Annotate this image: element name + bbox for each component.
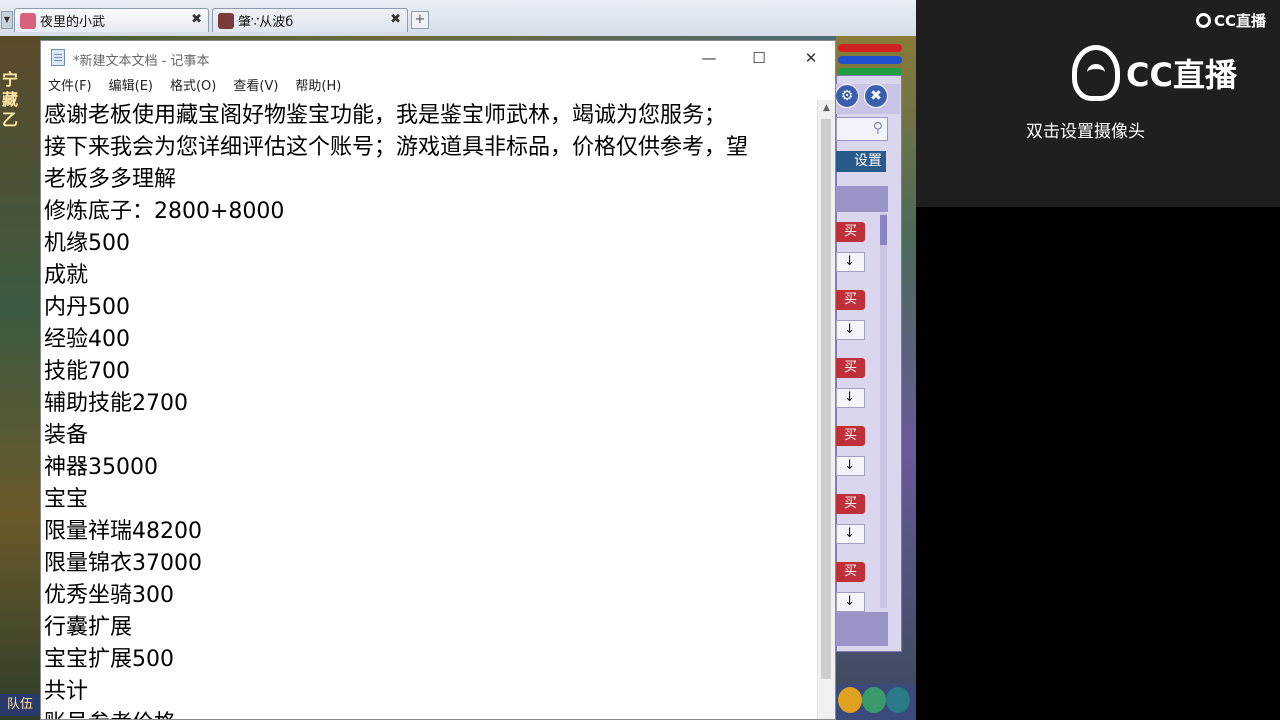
text-line: 宝宝 <box>44 487 89 512</box>
notepad-scrollbar[interactable]: ▲ <box>817 100 835 719</box>
mp-bar <box>838 56 902 64</box>
scroll-thumb[interactable] <box>821 119 831 679</box>
text-line: 辅助技能2700 <box>44 391 188 416</box>
cc-watermark: CC直播 <box>1196 10 1266 31</box>
menu-file[interactable]: 文件(F) <box>48 76 92 100</box>
cc-watermark-text: CC直播 <box>1214 12 1267 30</box>
text-line: 修炼底子：2800+8000 <box>44 199 285 224</box>
panel-footer <box>836 612 888 646</box>
game-left-label: 藏 <box>2 90 19 109</box>
down-arrow-button[interactable]: ↓ <box>836 592 865 612</box>
avatar-icon <box>20 12 36 29</box>
gear-icon[interactable]: ⚙ <box>835 84 859 108</box>
text-line: 限量锦衣37000 <box>44 551 202 576</box>
notepad-titlebar[interactable]: *新建文本文档 - 记事本 — ☐ ✕ <box>41 41 835 76</box>
down-arrow-button[interactable]: ↓ <box>836 252 865 272</box>
down-arrow-button[interactable]: ↓ <box>836 320 865 340</box>
game-left-strip <box>0 36 40 720</box>
scroll-up-icon[interactable]: ▲ <box>818 100 835 117</box>
text-line: 内丹500 <box>44 295 130 320</box>
text-line: 账号参考价格 <box>44 708 176 719</box>
tab-close-icon[interactable]: ✖ <box>390 12 401 27</box>
text-line: 宝宝扩展500 <box>44 647 174 672</box>
panel-settings-button[interactable]: 设置 <box>836 151 886 172</box>
maximize-button[interactable]: ☐ <box>739 45 779 71</box>
cc-logo-icon <box>1196 13 1211 28</box>
buy-button[interactable]: 买 <box>836 426 865 446</box>
text-line: 共计 <box>44 679 89 704</box>
new-tab-button[interactable]: + <box>411 11 429 29</box>
text-line: 技能700 <box>44 359 130 384</box>
tab-yelidexiaowu[interactable]: 夜里的小武 ✖ <box>14 8 209 32</box>
camera-hint: 双击设置摄像头 <box>1026 122 1145 142</box>
tab-close-icon[interactable]: ✖ <box>191 12 202 27</box>
panel-scroll-thumb[interactable] <box>880 215 887 245</box>
notepad-window: *新建文本文档 - 记事本 — ☐ ✕ 文件(F) 编辑(E) 格式(O) 查看… <box>40 40 836 720</box>
minimize-button[interactable]: — <box>689 45 729 71</box>
panel-scrollbar[interactable] <box>880 213 887 608</box>
menu-edit[interactable]: 编辑(E) <box>109 76 153 100</box>
text-line: 装备 <box>44 423 89 448</box>
buy-button[interactable]: 买 <box>836 562 865 582</box>
text-line: 接下来我会为您详细评估这个账号；游戏道具非标品，价格仅供参考，望 <box>44 135 749 160</box>
close-icon[interactable]: ✖ <box>864 84 888 108</box>
text-line: 感谢老板使用藏宝阁好物鉴宝功能，我是鉴宝师武林，竭诚为您服务； <box>44 103 727 128</box>
text-line: 行囊扩展 <box>44 615 133 640</box>
cc-logo-text: CC直播 <box>1126 56 1237 94</box>
notepad-text-area[interactable]: 感谢老板使用藏宝阁好物鉴宝功能，我是鉴宝师武林，竭诚为您服务； 接下来我会为您详… <box>41 100 819 719</box>
down-arrow-button[interactable]: ↓ <box>836 456 865 476</box>
text-line: 成就 <box>44 263 89 288</box>
menu-icon[interactable] <box>886 687 910 713</box>
hp-bar <box>838 44 902 52</box>
buy-button[interactable]: 买 <box>836 290 865 310</box>
panel-search-input[interactable]: ⚲ <box>836 117 888 141</box>
search-icon[interactable]: ⚲ <box>873 120 883 136</box>
down-arrow-button[interactable]: ↓ <box>836 388 865 408</box>
tab-title: 夜里的小武 <box>40 15 106 30</box>
game-left-label: 宁 <box>2 70 19 89</box>
buy-button[interactable]: 买 <box>836 358 865 378</box>
tab-title: 肇∵从波б <box>238 15 294 30</box>
menu-help[interactable]: 帮助(H) <box>295 76 341 100</box>
text-line: 机缘500 <box>44 231 130 256</box>
text-line: 限量祥瑞48200 <box>44 519 202 544</box>
browser-tab-strip: ▼ 夜里的小武 ✖ 肇∵从波б ✖ + <box>0 0 916 37</box>
menu-view[interactable]: 查看(V) <box>233 76 278 100</box>
panel-header-bar <box>836 186 888 212</box>
cc-logo: CC直播 <box>1072 45 1237 101</box>
window-title: *新建文本文档 - 记事本 <box>73 54 210 69</box>
cc-mascot-icon <box>1072 45 1120 101</box>
game-left-label: 乙 <box>2 110 19 129</box>
tab-congbo[interactable]: 肇∵从波б ✖ <box>212 8 408 32</box>
menu-icon[interactable] <box>862 687 886 713</box>
text-line: 经验400 <box>44 327 130 352</box>
text-line: 老板多多理解 <box>44 167 177 192</box>
text-line: 神器35000 <box>44 455 158 480</box>
buy-button[interactable]: 买 <box>836 494 865 514</box>
camera-placeholder[interactable] <box>916 0 1280 207</box>
buy-button[interactable]: 买 <box>836 222 865 242</box>
notepad-icon <box>51 49 65 66</box>
notepad-menubar: 文件(F) 编辑(E) 格式(O) 查看(V) 帮助(H) <box>41 76 835 100</box>
menu-format[interactable]: 格式(O) <box>170 76 216 100</box>
menu-icon[interactable] <box>838 687 862 713</box>
avatar-icon <box>218 12 234 29</box>
text-line: 优秀坐骑300 <box>44 583 174 608</box>
close-button[interactable]: ✕ <box>791 45 831 71</box>
down-arrow-button[interactable]: ↓ <box>836 524 865 544</box>
tab-scroll-button[interactable]: ▼ <box>1 11 13 29</box>
team-button[interactable]: 队伍 <box>0 694 40 716</box>
